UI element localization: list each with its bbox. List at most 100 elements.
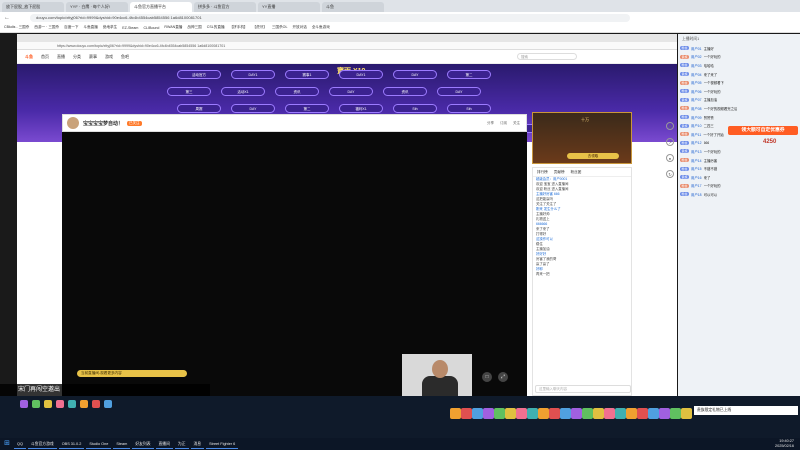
gift-icon[interactable] [681,408,692,419]
bookmark-item[interactable]: CLIBound [143,26,159,30]
gift-icon[interactable] [615,408,626,419]
bookmark-item[interactable]: 全斗鱼游戏 [312,25,330,30]
share-icon[interactable]: ↗ [666,138,674,146]
bookmark-item[interactable]: 开放对话 [292,25,306,30]
emote-icon[interactable] [92,400,100,408]
bookmark-item[interactable]: EZ-Steam [122,26,138,30]
nav-item[interactable]: 鱼吧 [121,54,129,60]
banner-pill[interactable]: DAY1 [231,70,275,79]
banner-pill[interactable]: DAY1 [339,70,383,79]
rank-promo-card[interactable]: 十万 去领取 [532,112,632,164]
banner-pill[interactable]: DAY [393,70,437,79]
banner-pill[interactable]: 活动X1 [221,87,265,96]
bookmark-item[interactable]: 战神三国 [187,25,201,30]
browser-tab[interactable]: 放下屁股_放下屁股 [2,2,64,12]
video-player[interactable]: □ ⤢ [62,132,527,396]
nav-item[interactable]: 分类 [73,54,81,60]
streamer-avatar[interactable] [67,117,79,129]
gift-icon[interactable] [659,408,670,419]
banner-pill[interactable]: 赛事1 [285,70,329,79]
bookmark-item[interactable]: 三国杀OL [272,25,288,30]
banner-pill[interactable]: Sth [393,104,437,113]
emote-icon[interactable] [68,400,76,408]
gift-icon[interactable] [593,408,604,419]
gift-icon[interactable]: ● [666,154,674,162]
taskbar-app[interactable]: OBS 31.0.2 [58,439,85,449]
gift-icon[interactable] [461,408,472,419]
banner-pill[interactable]: 活动官方 [177,70,221,79]
gift-icon[interactable] [582,408,593,419]
browser-tab[interactable]: 斗鱼官方直播平台 [130,2,192,12]
banner-pill[interactable]: DAY [329,87,373,96]
banner-pill[interactable]: 福利X1 [339,104,383,113]
chat-tab[interactable]: 排行榜 [537,168,548,176]
bookmark-item[interactable]: 斗鱼直播 [84,25,98,30]
emote-icon[interactable] [56,400,64,408]
fullscreen-icon[interactable]: ⤢ [498,372,508,382]
coupon-banner[interactable]: 领大额可自定优惠券 [728,126,798,135]
banner-pill[interactable]: 第二 [285,104,329,113]
nav-item[interactable]: 直播 [57,54,65,60]
chat-input[interactable]: 这里输入聊天内容 [535,385,631,393]
nav-item[interactable]: 游戏 [105,54,113,60]
gift-icon[interactable] [648,408,659,419]
search-input[interactable]: 搜索 [517,53,577,60]
bookmark-item[interactable]: 百度一下 [64,25,78,30]
emote-icon[interactable] [20,400,28,408]
taskbar-app[interactable]: Street Fighter 6 [206,439,239,449]
gift-icon[interactable] [538,408,549,419]
browser-tab[interactable]: YY直播 [258,2,320,12]
system-clock[interactable]: 19:40:27 2025/02/16 [775,439,800,449]
back-icon[interactable]: ← [4,15,10,21]
banner-pill[interactable]: 第三 [167,87,211,96]
chat-tab[interactable]: 粉丝团 [571,168,582,176]
banner-pill[interactable]: 资讯 [383,87,427,96]
emote-icon[interactable] [44,400,52,408]
bookmark-item[interactable]: RWAN直播 [164,25,182,30]
chat-tab[interactable]: 贡献榜 [554,168,565,176]
gift-icon[interactable] [670,408,681,419]
windows-start-icon[interactable]: ⊞ [2,439,12,449]
taskbar-app[interactable]: 消息 [190,439,205,449]
bookmark-item[interactable]: 绝地求生 [103,25,117,30]
gift-icon[interactable] [527,408,538,419]
taskbar-app[interactable]: Studio One [86,439,112,449]
banner-pill[interactable]: DAY [231,104,275,113]
taskbar-app[interactable]: Steam [113,439,131,449]
rank-claim-button[interactable]: 去领取 [567,153,619,159]
banner-pill[interactable]: Sth [447,104,491,113]
emote-icon[interactable] [32,400,40,408]
gift-icon[interactable] [472,408,483,419]
gift-icon[interactable] [560,408,571,419]
banner-pill[interactable]: 资讯 [275,87,319,96]
video-info-bar[interactable]: 当前直播间-观看更多内容 [77,370,187,377]
banner-pill[interactable]: DAY [437,87,481,96]
gift-icon[interactable] [505,408,516,419]
taskbar-app[interactable]: QQ [14,439,26,449]
bookmark-item[interactable]: 西游一 · 三国杀 [34,25,59,30]
taskbar-app[interactable]: 直播间 [155,439,173,449]
gift-icon[interactable] [637,408,648,419]
bookmark-item[interactable]: CBkdis - 三国杀 [4,25,29,30]
site-logo[interactable]: 斗鱼 [25,54,33,60]
taskbar-app[interactable]: 为正 [174,439,189,449]
follow-badge[interactable]: 已关注 [127,120,142,126]
taskbar-app[interactable]: 斗鱼官方游戏 [27,439,57,449]
banner-pill[interactable]: 周赛 [177,104,221,113]
banner-pill[interactable]: 第二 [447,70,491,79]
room-action[interactable]: 分享 [487,121,494,126]
emote-icon[interactable] [104,400,112,408]
settings-icon[interactable]: ⚙ [666,122,674,130]
gift-icon[interactable] [571,408,582,419]
nav-item[interactable]: 首页 [41,54,49,60]
room-action[interactable]: 关注 [513,121,520,126]
gift-icon[interactable] [516,408,527,419]
bookmark-item[interactable]: 【虎牙】 [253,25,267,30]
browser-tab[interactable]: 斗鱼 [322,2,384,12]
url-input[interactable]: douyu.com/topic/xttyj06?rid=9999&dyshid=… [30,13,630,22]
refresh-icon[interactable]: ↻ [666,170,674,178]
taskbar-app[interactable]: 好友列表 [132,439,154,449]
gift-icon[interactable] [626,408,637,419]
room-action[interactable]: 订阅 [500,121,507,126]
gift-icon[interactable] [494,408,505,419]
